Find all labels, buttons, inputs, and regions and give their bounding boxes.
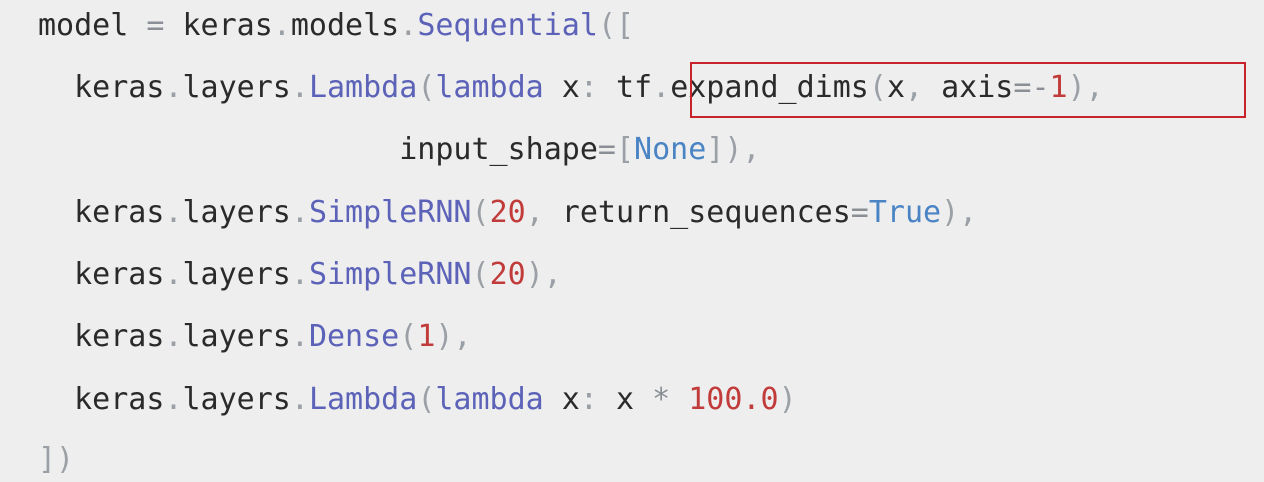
code-token: ([ (597, 8, 635, 43)
code-token: 1 (1049, 70, 1068, 105)
code-token: , (525, 195, 544, 230)
code-token: expand_dims (670, 70, 869, 105)
code-token: SimpleRNN (308, 257, 472, 292)
code-token: None (634, 132, 707, 167)
code-token: : (579, 382, 598, 417)
code-token: ( (417, 70, 436, 105)
code-token: = (1013, 70, 1032, 105)
code-token: ( (399, 319, 418, 354)
code-line-1: model = keras.models.Sequential([ (0, 4, 634, 48)
code-token: , (453, 319, 472, 354)
code-token: Sequential (417, 8, 598, 43)
code-token: model (38, 8, 129, 43)
code-token: layers (182, 70, 291, 105)
code-token: Lambda (308, 70, 418, 105)
code-token: layers (182, 319, 291, 354)
code-line-6: keras.layers.Dense(1), (0, 315, 472, 359)
code-token: ( (471, 257, 490, 292)
code-token: , (905, 70, 924, 105)
code-token: . (164, 382, 183, 417)
code-line-3: input_shape=[None]), (0, 128, 760, 172)
code-token: . (164, 319, 183, 354)
code-token: x (597, 382, 653, 417)
code-token: x (886, 70, 905, 105)
code-token: keras (38, 195, 165, 230)
code-token: ( (417, 382, 436, 417)
code-token: ) (1067, 70, 1086, 105)
code-token: . (164, 195, 183, 230)
code-token: keras (38, 70, 165, 105)
code-token: . (164, 70, 183, 105)
code-token: keras (38, 319, 165, 354)
code-token: lambda (435, 70, 544, 105)
code-token: - (1031, 70, 1050, 105)
code-panel: model = keras.models.Sequential([ keras.… (0, 0, 1264, 482)
code-token: ]) (38, 442, 75, 477)
code-token: * (652, 382, 671, 417)
code-token: ) (525, 257, 544, 292)
code-token: . (652, 70, 671, 105)
code-token: = (850, 195, 869, 230)
code-line-8: ]) (0, 438, 74, 482)
code-token: . (290, 319, 309, 354)
code-line-2: keras.layers.Lambda(lambda x: tf.expand_… (0, 66, 1104, 110)
code-token: : (579, 70, 598, 105)
code-token: input_shape (38, 132, 598, 167)
code-token: . (290, 70, 309, 105)
code-token: layers (182, 257, 291, 292)
code-token: tf (597, 70, 653, 105)
code-token: return_sequences (543, 195, 851, 230)
code-token: x (543, 382, 580, 417)
code-token: ) (778, 382, 797, 417)
code-token: ) (941, 195, 960, 230)
code-token: Lambda (308, 382, 418, 417)
code-token: keras (38, 257, 165, 292)
code-token: SimpleRNN (308, 195, 472, 230)
code-token: . (290, 382, 309, 417)
code-token: . (290, 257, 309, 292)
code-token: , (1085, 70, 1104, 105)
code-token: . (290, 195, 309, 230)
code-token: , (543, 257, 562, 292)
code-token: 1 (417, 319, 436, 354)
code-line-4: keras.layers.SimpleRNN(20, return_sequen… (0, 191, 977, 235)
code-token: ]) (706, 132, 743, 167)
code-token: layers (182, 195, 291, 230)
code-token: . (399, 8, 418, 43)
code-token: [ (615, 132, 635, 167)
code-token: 20 (489, 195, 526, 230)
code-line-7: keras.layers.Lambda(lambda x: x * 100.0) (0, 378, 797, 422)
code-token: 100.0 (688, 382, 779, 417)
code-token: keras (38, 382, 165, 417)
code-token: keras (164, 8, 273, 43)
code-token: = (146, 8, 165, 43)
code-line-5: keras.layers.SimpleRNN(20), (0, 253, 562, 297)
code-token: models (290, 8, 400, 43)
code-token: 20 (489, 257, 526, 292)
code-token: . (272, 8, 291, 43)
code-token: , (742, 132, 761, 167)
code-token: ( (471, 195, 490, 230)
code-token: ( (868, 70, 887, 105)
code-token: , (959, 195, 978, 230)
code-token: Dense (308, 319, 400, 354)
code-token: True (868, 195, 942, 230)
code-token: x (543, 70, 580, 105)
code-token: ) (435, 319, 454, 354)
code-token: lambda (435, 382, 544, 417)
code-token: . (164, 257, 183, 292)
code-token: = (597, 132, 616, 167)
code-token: layers (182, 382, 291, 417)
code-token: axis (923, 70, 1014, 105)
